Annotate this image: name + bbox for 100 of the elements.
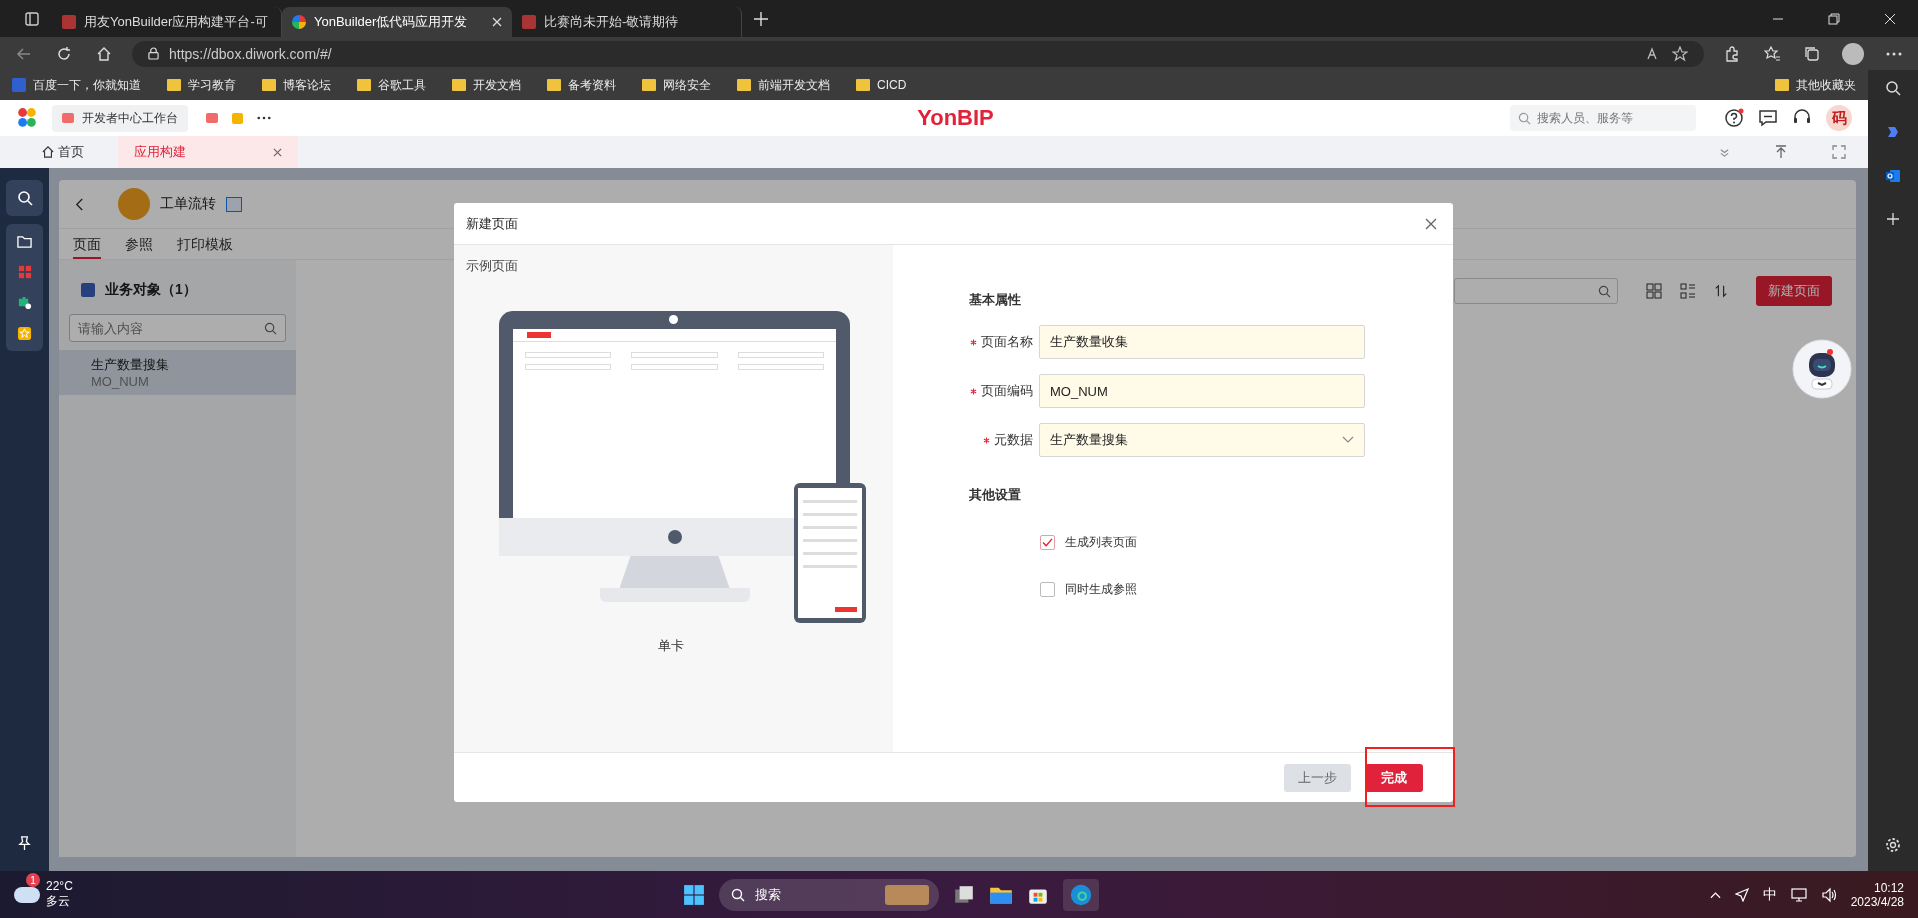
search-field[interactable]: 请输入内容 bbox=[78, 315, 264, 341]
field-label: 页面编码 bbox=[981, 382, 1033, 400]
preview-label: 示例页面 bbox=[466, 257, 518, 275]
bookmark-link[interactable]: 学习教育 bbox=[167, 76, 236, 94]
search-field[interactable] bbox=[1454, 278, 1618, 304]
extensions-icon[interactable] bbox=[1724, 45, 1740, 62]
text-field[interactable]: 生产数量收集 bbox=[1039, 325, 1365, 359]
bookmark-link[interactable]: 百度一下，你就知道 bbox=[12, 76, 141, 94]
puzzle-icon[interactable] bbox=[17, 295, 32, 310]
settings-icon[interactable] bbox=[1885, 837, 1901, 853]
bookmark-link[interactable]: 备考资料 bbox=[547, 76, 616, 94]
bookmark-link[interactable]: 博客论坛 bbox=[262, 76, 331, 94]
sub-tab[interactable]: 参照 bbox=[125, 229, 153, 259]
favicon-icon bbox=[292, 15, 306, 29]
close-icon[interactable] bbox=[1425, 217, 1437, 230]
chevron-up-icon[interactable] bbox=[1709, 890, 1721, 899]
sub-tab[interactable]: 打印模板 bbox=[177, 229, 233, 259]
bookmark-link[interactable]: 前端开发文档 bbox=[737, 76, 830, 94]
brand-logo: YonBIP bbox=[917, 105, 994, 131]
browser-taskbar-icon[interactable] bbox=[1063, 878, 1100, 911]
lock-icon bbox=[148, 47, 159, 60]
field-label: 元数据 bbox=[994, 431, 1033, 449]
bookmark-link[interactable]: 网络安全 bbox=[642, 76, 711, 94]
clock-time[interactable]: 10:12 bbox=[1874, 880, 1904, 895]
task-view-icon[interactable] bbox=[953, 883, 976, 906]
new-page-button[interactable]: 新建页面 bbox=[1756, 276, 1832, 306]
bookmark-link[interactable]: CICD bbox=[856, 78, 907, 92]
chevron-down-icon bbox=[1342, 436, 1354, 444]
bookmark-link[interactable]: 谷歌工具 bbox=[357, 76, 426, 94]
upload-icon[interactable] bbox=[1774, 145, 1788, 159]
favicon-icon bbox=[62, 15, 76, 29]
search-icon bbox=[1598, 284, 1611, 298]
finish-button[interactable]: 完成 bbox=[1365, 763, 1423, 792]
back-icon[interactable] bbox=[75, 197, 84, 211]
tab-actions-icon[interactable] bbox=[24, 10, 40, 27]
workspace-button[interactable]: 开发者中心工作台 bbox=[52, 104, 188, 132]
search-icon bbox=[1518, 111, 1531, 125]
search-box[interactable]: 请输入内容 bbox=[69, 314, 286, 342]
home-icon[interactable] bbox=[96, 45, 112, 62]
search-field[interactable]: 搜索人员、服务等 bbox=[1537, 105, 1677, 131]
more-icon[interactable] bbox=[257, 116, 271, 120]
checkbox-label: 生成列表页面 bbox=[1065, 534, 1137, 551]
object-list-item[interactable]: 生产数量搜集 MO_NUM bbox=[59, 350, 296, 395]
preview-caption: 单卡 bbox=[658, 637, 684, 655]
home-icon bbox=[42, 146, 54, 158]
list-view-icon[interactable] bbox=[1680, 283, 1696, 299]
section-title: 其他设置 bbox=[969, 486, 1022, 504]
select-field[interactable]: 生产数量搜集 bbox=[1039, 423, 1365, 457]
refresh-icon[interactable] bbox=[56, 45, 72, 62]
taskbar-search[interactable]: 搜索 bbox=[719, 878, 940, 911]
back-icon[interactable] bbox=[16, 45, 32, 62]
cloud-icon[interactable] bbox=[14, 886, 40, 903]
outlook-icon[interactable] bbox=[1885, 168, 1901, 184]
page-tab[interactable]: 应用构建 bbox=[118, 136, 298, 168]
collections-icon[interactable] bbox=[1804, 45, 1820, 62]
bookmark-link[interactable]: 开发文档 bbox=[452, 76, 521, 94]
new-tab-icon[interactable] bbox=[754, 11, 768, 26]
input-method-indicator[interactable]: 中 bbox=[1762, 885, 1777, 904]
text-field[interactable]: MO_NUM bbox=[1039, 374, 1365, 408]
speaker-icon[interactable] bbox=[1820, 886, 1837, 903]
search-icon bbox=[731, 887, 746, 902]
start-icon[interactable] bbox=[683, 883, 706, 906]
search-icon[interactable] bbox=[16, 190, 33, 206]
page-tab[interactable]: 首页 bbox=[0, 136, 100, 168]
search-icon[interactable] bbox=[1885, 80, 1901, 96]
previous-step-button[interactable]: 上一步 bbox=[1284, 763, 1351, 792]
clock-date[interactable]: 2023/4/28 bbox=[1850, 894, 1904, 909]
notification-badge: 1 bbox=[26, 873, 40, 887]
add-icon[interactable] bbox=[1886, 212, 1900, 226]
checkbox-label: 同时生成参照 bbox=[1065, 581, 1137, 598]
network-icon[interactable] bbox=[1790, 886, 1807, 903]
help-icon[interactable] bbox=[1724, 108, 1744, 128]
message-icon[interactable] bbox=[1758, 108, 1778, 128]
address-field[interactable]: https://dbox.diwork.com/#/ bbox=[132, 40, 1704, 67]
grid-view-icon[interactable] bbox=[1646, 283, 1662, 299]
checkbox[interactable] bbox=[1040, 582, 1055, 597]
checkbox[interactable] bbox=[1040, 535, 1055, 550]
section-title: 业务对象（1） bbox=[105, 281, 197, 299]
grid-icon[interactable] bbox=[17, 265, 32, 279]
browser-tab[interactable]: YonBuilder低代码应用开发 bbox=[282, 7, 512, 37]
field-label: 页面名称 bbox=[981, 333, 1033, 351]
favorites-icon[interactable] bbox=[1764, 45, 1780, 62]
temperature-text: 22°C bbox=[46, 879, 73, 893]
collapse-icon[interactable] bbox=[1719, 146, 1730, 158]
app-title: 工单流转 bbox=[160, 195, 216, 213]
profile-avatar[interactable] bbox=[1842, 42, 1864, 65]
search-icon bbox=[264, 321, 277, 335]
bookmark-folder[interactable]: 其他收藏夹 bbox=[1775, 76, 1856, 94]
more-icon[interactable] bbox=[1886, 51, 1902, 56]
folder-icon[interactable] bbox=[17, 234, 32, 249]
favorite-star-icon[interactable] bbox=[1672, 45, 1688, 62]
sort-icon[interactable] bbox=[1714, 283, 1728, 299]
search-box[interactable]: 搜索人员、服务等 bbox=[1510, 105, 1696, 131]
robot-assistant-icon[interactable] bbox=[1792, 339, 1852, 399]
location-arrow-icon[interactable] bbox=[1734, 887, 1749, 902]
user-avatar[interactable]: 码 bbox=[1826, 105, 1852, 131]
pin-icon[interactable] bbox=[17, 836, 32, 851]
restore-icon[interactable] bbox=[1828, 12, 1840, 25]
star-badge-icon[interactable] bbox=[17, 326, 32, 341]
favicon-icon bbox=[522, 15, 536, 29]
